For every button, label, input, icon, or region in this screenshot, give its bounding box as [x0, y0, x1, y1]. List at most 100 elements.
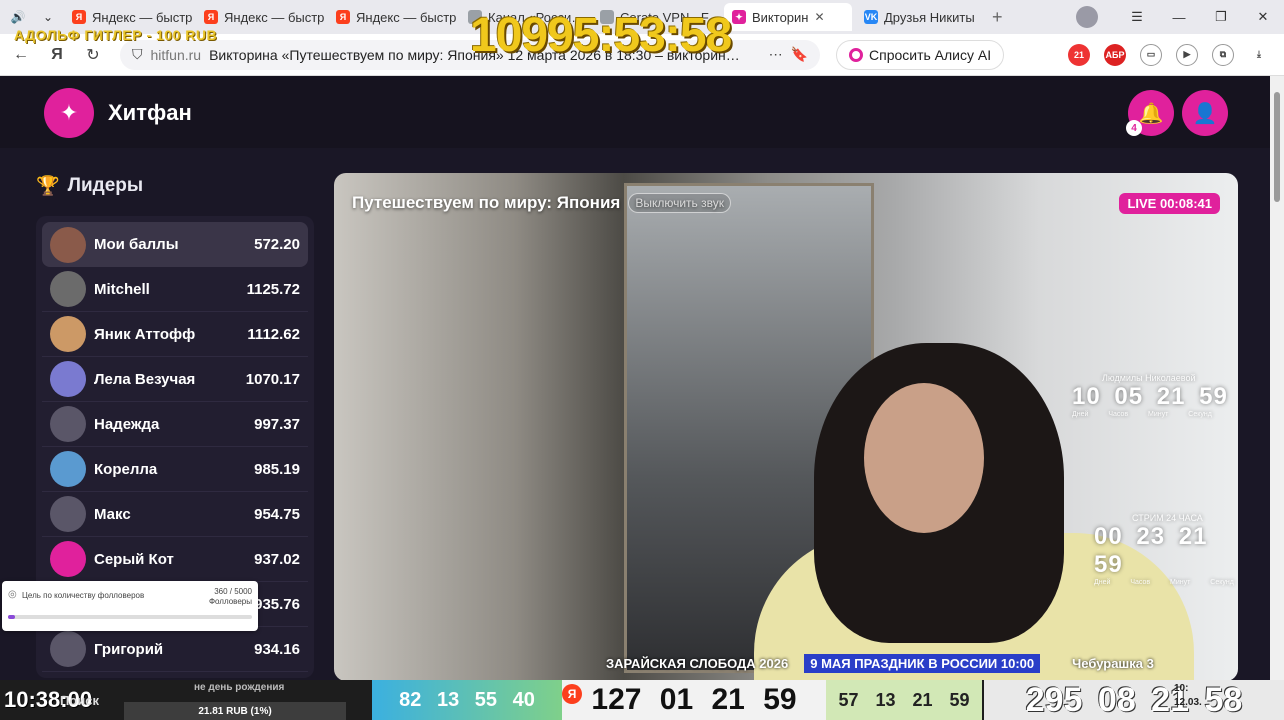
leader-name: Мои баллы — [94, 236, 179, 253]
leader-row[interactable]: Лела Везучая 1070.17 — [42, 357, 308, 402]
profile-avatar[interactable] — [1076, 6, 1098, 28]
ticker-item-3: Чебурашка 3 — [1072, 655, 1154, 671]
leader-score: 935.76 — [254, 595, 300, 613]
donation-goal-value: 21.81 RUB (1%) — [198, 705, 272, 717]
avatar — [50, 406, 86, 442]
browser-tab[interactable]: ✦ Викторин ✕ — [724, 3, 852, 31]
tab-label: Викторин — [752, 9, 809, 25]
avatar — [50, 361, 86, 397]
leader-name: Лела Везучая — [94, 370, 196, 388]
countdown-2-units: Дней Часов Минут Секунд — [1094, 579, 1234, 586]
leader-row[interactable]: Яник Аттофф 1112.62 — [42, 312, 308, 357]
avatar — [50, 271, 86, 307]
live-badge: LIVE 00:08:41 — [1119, 193, 1220, 214]
timer-4: 295 08 21 58 10: 12.03. — [984, 680, 1284, 720]
goal-sub: Фолловеры — [208, 597, 252, 606]
page-scrollbar[interactable] — [1270, 76, 1284, 680]
goal-icon: ◎ — [8, 589, 17, 600]
vk-icon: VK — [864, 10, 878, 24]
notification-badge: 4 — [1126, 120, 1142, 136]
user-profile-icon[interactable]: 👤 — [1182, 90, 1228, 136]
window-controls: ☰ — ❐ ✕ — [1076, 0, 1284, 34]
goal-progress-bar — [8, 615, 252, 619]
new-tab-button[interactable]: + — [992, 7, 1003, 28]
countdown-1: Людмилы Николаевой 10 05 21 59 Дней Часо… — [1072, 373, 1228, 418]
site-brand[interactable]: Хитфан — [108, 100, 192, 126]
timer-1: 82 13 55 40 — [372, 680, 562, 720]
reload-icon[interactable]: ↻ — [78, 45, 108, 65]
goal-value: 360 / 5000 — [214, 587, 252, 596]
yandex-icon: Я — [336, 10, 350, 24]
video-player[interactable]: Путешествуем по миру: Япония Выключить з… — [334, 173, 1238, 681]
countdown-2-value: 00 23 21 59 — [1094, 523, 1208, 578]
download-icon[interactable]: ⤓ — [1248, 43, 1270, 66]
collections-icon[interactable]: ⧉ — [1212, 43, 1234, 66]
donation-alert: АДОЛЬФ ГИТЛЕР - 100 RUB — [14, 27, 218, 43]
scrollbar-thumb[interactable] — [1274, 92, 1280, 202]
adblock-icon[interactable]: АБР — [1104, 43, 1126, 66]
leader-row[interactable]: Григорий 934.16 — [42, 627, 308, 672]
leaders-title: Лидеры — [67, 175, 144, 196]
avatar — [50, 316, 86, 352]
leader-score: 934.16 — [254, 640, 300, 658]
bookmark-icon[interactable]: 🔖 — [791, 46, 808, 63]
alice-icon — [849, 47, 863, 62]
menu-icon[interactable]: ☰ — [1116, 9, 1158, 25]
browser-tab[interactable]: VK Друзья Никиты — [856, 3, 984, 31]
restore-button[interactable]: ❐ — [1200, 9, 1242, 25]
countdown-2: СТРИМ 24 ЧАСА 00 23 21 59 Дней Часов Мин… — [1094, 513, 1238, 586]
leader-score: 1070.17 — [245, 370, 300, 388]
leader-name: Григорий — [94, 640, 164, 658]
leader-row[interactable]: Серый Кот 937.02 — [42, 537, 308, 582]
taskbar-search[interactable]: Поиск — [60, 680, 99, 720]
leader-score: 985.19 — [254, 460, 300, 478]
leader-row[interactable]: Макс 954.75 — [42, 492, 308, 537]
browser-tab[interactable]: Я Яндекс — быстр — [328, 3, 456, 31]
video-title: Путешествуем по миру: Япония — [352, 193, 621, 212]
close-tab-icon[interactable]: ✕ — [814, 10, 824, 24]
my-score-row[interactable]: Мои баллы 572.20 — [42, 222, 308, 267]
url-domain: hitfun.ru — [150, 46, 202, 63]
play-icon[interactable]: ▶ — [1176, 43, 1198, 66]
site-header: ✦ Хитфан 🔔 4 👤 — [0, 76, 1270, 148]
back-arrow-icon[interactable]: ← — [6, 46, 36, 64]
timer-4-value: 295 08 21 58 — [1025, 680, 1243, 719]
avatar — [50, 541, 86, 577]
minimize-button[interactable]: — — [1158, 10, 1200, 25]
goal-progress-fill — [8, 615, 16, 619]
hitfun-icon: ✦ — [732, 10, 746, 24]
avatar — [50, 451, 86, 487]
leader-score: 1125.72 — [246, 280, 300, 298]
leader-name: Серый Кот — [94, 550, 174, 568]
countdown-2-caption: СТРИМ 24 ЧАСА — [1132, 513, 1203, 523]
donation-goal: не день рождения 21.81 RUB (1%) — [124, 682, 346, 720]
yandex-home-icon[interactable]: Я — [42, 46, 72, 64]
goal-value-block: 360 / 5000 Фолловеры — [209, 587, 252, 607]
ask-alice-button[interactable]: Спросить Алису AI — [836, 39, 1005, 70]
leader-row[interactable]: Корелла 985.19 — [42, 447, 308, 492]
extension-badge-icon[interactable]: 21 — [1068, 43, 1090, 66]
leader-score: 572.20 — [254, 236, 300, 253]
leader-row[interactable]: Mitchell 1125.72 — [42, 267, 308, 312]
close-window-button[interactable]: ✕ — [1242, 9, 1284, 25]
tab-label: Яндекс — быстр — [92, 9, 192, 25]
leader-name: Mitchell — [94, 280, 150, 298]
timer-2: Я 127 01 21 59 — [562, 680, 826, 720]
leader-row[interactable]: Надежда 997.37 — [42, 402, 308, 447]
tab-label: Друзья Никиты — [884, 9, 975, 25]
ask-alice-label: Спросить Алису AI — [869, 46, 992, 63]
screenshot-icon[interactable]: ▭ — [1140, 43, 1162, 66]
follower-goal-widget: ◎ Цель по количеству фолловеров 360 / 50… — [2, 581, 258, 631]
leader-score: 937.02 — [254, 550, 300, 568]
stream-big-timer: 10995:53:58 — [470, 9, 732, 62]
chevron-down-icon[interactable]: ⌄ — [36, 5, 60, 29]
hitfun-logo-icon[interactable]: ✦ — [44, 88, 94, 138]
mute-button[interactable]: Выключить звук — [628, 193, 731, 213]
tab-label: Яндекс — быстр — [224, 9, 324, 25]
countdown-1-units: Дней Часов Минут Секунд — [1072, 411, 1212, 418]
more-icon[interactable]: ⋯ — [769, 46, 783, 63]
speaker-icon[interactable]: 🔊 — [6, 5, 30, 29]
system-clock: 10: 12.03. — [1174, 682, 1202, 710]
avatar — [50, 496, 86, 532]
leader-name: Макс — [94, 505, 131, 523]
